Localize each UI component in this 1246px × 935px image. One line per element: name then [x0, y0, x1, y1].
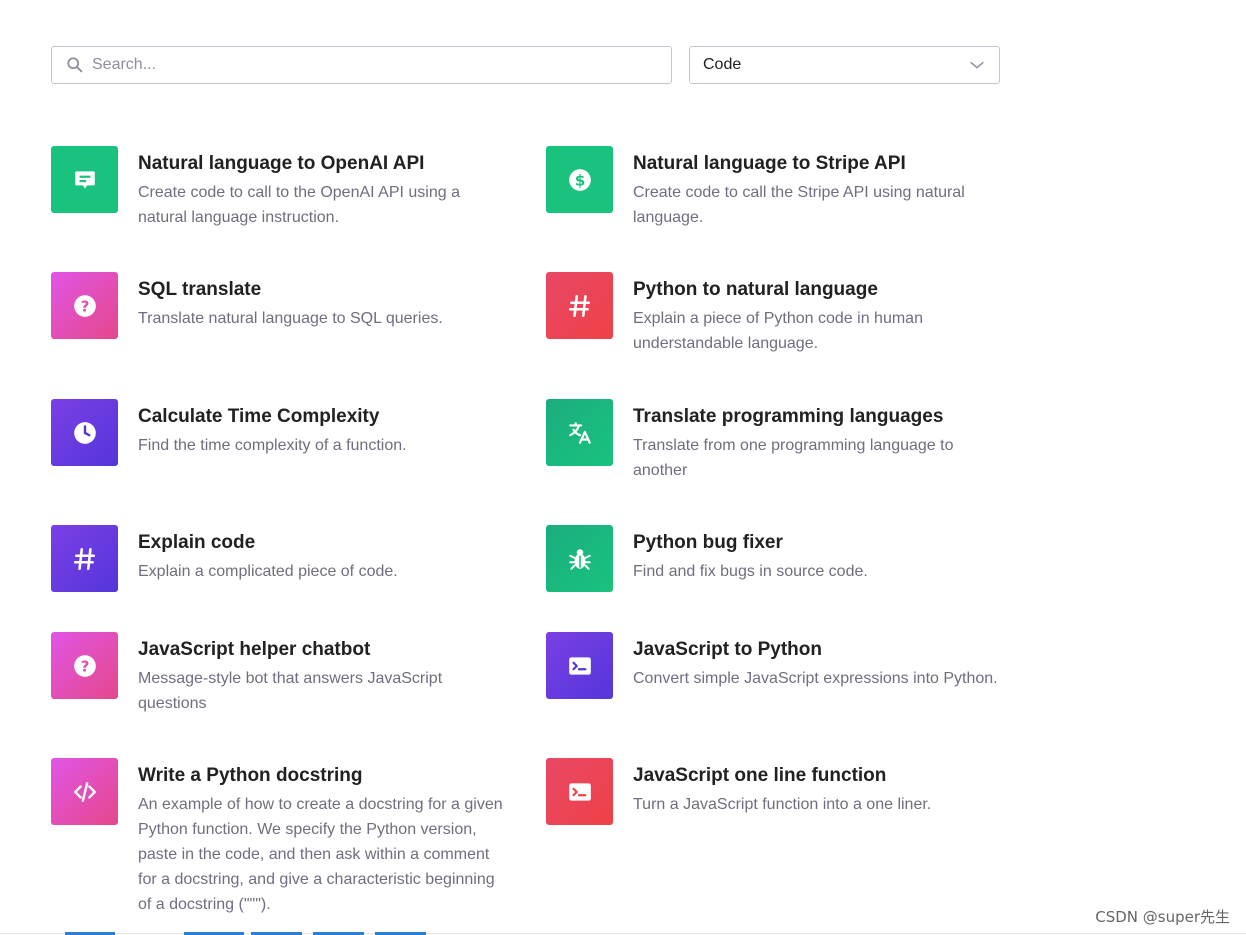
example-description: Translate natural language to SQL querie… — [138, 310, 443, 327]
category-select-value: Code — [703, 56, 742, 73]
category-select[interactable]: Code — [689, 46, 1000, 84]
code-icon — [51, 758, 118, 825]
example-item[interactable]: ? JavaScript helper chatbot Message-styl… — [51, 632, 508, 716]
translate-icon — [546, 399, 613, 466]
question-icon: ? — [51, 632, 118, 699]
example-item[interactable]: Natural language to OpenAI API Create co… — [51, 146, 508, 230]
question-icon: ? — [51, 272, 118, 339]
example-description: Explain a piece of Python code in human … — [633, 310, 923, 352]
watermark: CSDN @super先生 — [1095, 908, 1230, 926]
terminal-icon — [546, 632, 613, 699]
clock-icon — [51, 399, 118, 466]
example-description: Translate from one programming language … — [633, 437, 954, 479]
example-description: Find and fix bugs in source code. — [633, 563, 868, 580]
example-title: Natural language to OpenAI API — [138, 153, 425, 174]
example-title: JavaScript helper chatbot — [138, 639, 371, 660]
example-description: Message-style bot that answers JavaScrip… — [138, 670, 443, 712]
example-item[interactable]: ? SQL translate Translate natural langua… — [51, 272, 508, 339]
search-icon — [66, 56, 84, 74]
example-item[interactable]: Explain code Explain a complicated piece… — [51, 525, 508, 592]
chevron-down-icon — [968, 56, 986, 74]
svg-text:?: ? — [80, 657, 89, 675]
example-item[interactable]: Calculate Time Complexity Find the time … — [51, 399, 508, 466]
example-item[interactable]: JavaScript one line function Turn a Java… — [546, 758, 1003, 825]
example-description: Create code to call to the OpenAI API us… — [138, 184, 460, 226]
hashtag-icon — [546, 272, 613, 339]
example-item[interactable]: Python to natural language Explain a pie… — [546, 272, 1003, 356]
example-title: Calculate Time Complexity — [138, 406, 380, 427]
terminal-icon — [546, 758, 613, 825]
message-icon — [51, 146, 118, 213]
bug-icon — [546, 525, 613, 592]
search-box[interactable] — [51, 46, 672, 84]
example-description: Turn a JavaScript function into a one li… — [633, 796, 932, 813]
example-description: Create code to call the Stripe API using… — [633, 184, 965, 226]
example-item[interactable]: $ Natural language to Stripe API Create … — [546, 146, 1003, 230]
example-description: An example of how to create a docstring … — [138, 796, 503, 913]
example-item[interactable]: JavaScript to Python Convert simple Java… — [546, 632, 1003, 699]
example-description: Find the time complexity of a function. — [138, 437, 407, 454]
svg-text:$: $ — [574, 171, 585, 189]
search-input[interactable] — [92, 48, 671, 82]
example-item[interactable]: Write a Python docstring An example of h… — [51, 758, 508, 917]
example-title: SQL translate — [138, 279, 262, 300]
hashtag-icon — [51, 525, 118, 592]
example-title: Explain code — [138, 532, 256, 553]
svg-text:?: ? — [80, 297, 89, 315]
example-title: JavaScript to Python — [633, 639, 822, 660]
example-title: Translate programming languages — [633, 406, 944, 427]
example-title: Python to natural language — [633, 279, 878, 300]
example-title: Natural language to Stripe API — [633, 153, 906, 174]
example-item[interactable]: Python bug fixer Find and fix bugs in so… — [546, 525, 1003, 592]
example-item[interactable]: Translate programming languages Translat… — [546, 399, 1003, 483]
example-title: JavaScript one line function — [633, 765, 887, 786]
example-title: Write a Python docstring — [138, 765, 363, 786]
example-description: Explain a complicated piece of code. — [138, 563, 398, 580]
dollar-icon: $ — [546, 146, 613, 213]
example-title: Python bug fixer — [633, 532, 783, 553]
example-description: Convert simple JavaScript expressions in… — [633, 670, 998, 687]
